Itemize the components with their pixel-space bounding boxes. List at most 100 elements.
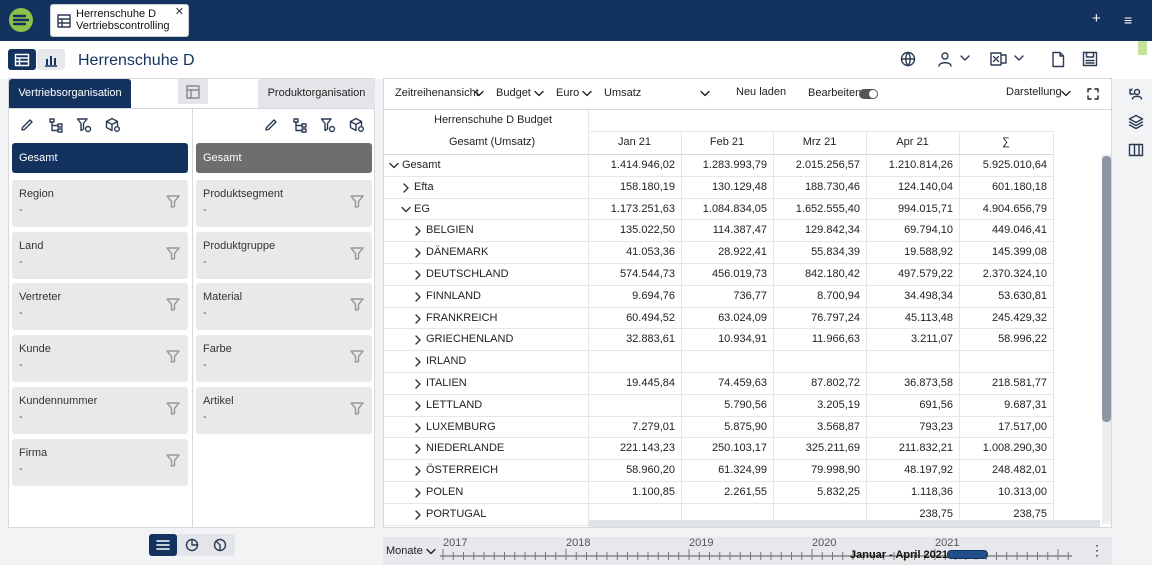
table-row[interactable]: IRLAND — [384, 351, 1053, 373]
cell-value[interactable]: 325.211,69 — [770, 442, 860, 454]
cell-value[interactable]: 3.211,07 — [863, 333, 953, 345]
cell-value[interactable]: 5.790,56 — [677, 399, 767, 411]
cell-value[interactable]: 250.103,17 — [677, 442, 767, 454]
expand-chevron-icon[interactable] — [413, 313, 423, 324]
cell-value[interactable]: 211.832,21 — [863, 442, 953, 454]
filter-funnel-icon[interactable] — [350, 350, 364, 363]
expand-chevron-icon[interactable] — [413, 510, 423, 520]
filter-settings-icon[interactable] — [76, 117, 92, 133]
cell-value[interactable]: 238,75 — [863, 508, 953, 520]
edit-icon[interactable] — [263, 117, 279, 133]
expand-chevron-icon[interactable] — [413, 270, 423, 280]
table-row[interactable]: DEUTSCHLAND 574.544,73 456.019,73 842.180,4… — [384, 264, 1053, 286]
filter-funnel-icon[interactable] — [166, 453, 180, 467]
cell-value[interactable]: 574.544,73 — [585, 268, 675, 280]
expand-chevron-icon[interactable] — [413, 379, 423, 389]
cell-value[interactable]: 69.794,10 — [863, 224, 953, 236]
version-dropdown[interactable]: Budget — [496, 87, 531, 99]
filter-funnel-icon[interactable] — [350, 246, 364, 260]
table-row[interactable]: DÄNEMARK 41.053,36 28.922,41 55.834,39 19.58… — [384, 242, 1053, 264]
cell-value[interactable]: 1.283.993,79 — [677, 159, 767, 171]
filter-card[interactable]: Material - — [196, 283, 372, 331]
cell-value[interactable]: 218.581,77 — [957, 377, 1047, 389]
layout-toggle-icon[interactable] — [178, 79, 208, 104]
document-icon[interactable] — [1051, 51, 1065, 68]
cell-value[interactable]: 245.429,32 — [957, 312, 1047, 324]
chevron-down-icon[interactable] — [582, 90, 592, 97]
filter-settings-icon[interactable] — [320, 117, 336, 133]
expand-chevron-icon[interactable] — [413, 248, 423, 258]
cell-value[interactable]: 74.459,63 — [677, 377, 767, 389]
cell-value[interactable]: 1.210.814,26 — [863, 159, 953, 171]
filter-card[interactable]: Land - — [12, 231, 188, 279]
edit-toggle[interactable] — [859, 89, 878, 99]
expand-chevron-icon[interactable] — [413, 226, 423, 237]
cell-value[interactable]: 76.797,24 — [770, 312, 860, 324]
layers-icon[interactable] — [1128, 114, 1144, 130]
filter-card[interactable]: Produktsegment - — [196, 180, 372, 227]
table-row[interactable]: ÖSTERREICH 58.960,20 61.324,99 79.998,90 48.… — [384, 460, 1053, 482]
cell-value[interactable]: 11.966,63 — [770, 333, 860, 345]
table-row[interactable]: BELGIEN 135.022,50 114.387,47 129.842,34 69.… — [384, 220, 1053, 243]
filter-funnel-icon[interactable] — [166, 246, 180, 260]
expand-chevron-icon[interactable] — [413, 488, 423, 498]
cell-value[interactable]: 736,77 — [677, 290, 767, 302]
cell-value[interactable]: 793,23 — [863, 421, 953, 433]
table-row[interactable]: Gesamt 1.414.946,02 1.283.993,79 2.015.256,… — [384, 155, 1053, 177]
table-row[interactable]: EG 1.173.251,63 1.084.834,05 1.652.555,40 99… — [384, 199, 1053, 221]
reload-button[interactable]: Neu laden — [736, 86, 786, 98]
pie-mode-button[interactable] — [206, 534, 234, 556]
collapse-chevron-icon[interactable] — [389, 161, 399, 171]
tab-vertriebsorganisation[interactable]: Vertriebsorganisation — [9, 79, 131, 108]
cell-value[interactable]: 28.922,41 — [677, 246, 767, 258]
cell-value[interactable]: 17.517,00 — [957, 421, 1047, 433]
export-menu-chevron-icon[interactable] — [1014, 54, 1024, 62]
hierarchy-icon[interactable] — [48, 117, 64, 133]
save-icon[interactable] — [1082, 51, 1098, 67]
close-tab-icon[interactable]: ✕ — [175, 6, 184, 18]
cell-value[interactable]: 3.205,19 — [770, 399, 860, 411]
expand-chevron-icon[interactable] — [413, 422, 423, 433]
table-row[interactable]: GRIECHENLAND 32.883,61 10.934,91 11.966,63 3… — [384, 329, 1053, 352]
filter-card[interactable]: Region - — [12, 180, 188, 227]
filter-funnel-icon[interactable] — [166, 195, 180, 208]
view-mode-dropdown[interactable]: Zeitreihenansicht — [395, 87, 479, 99]
cell-value[interactable]: 130.129,48 — [677, 181, 767, 193]
vertrieb-root-node[interactable]: Gesamt — [12, 143, 188, 173]
cell-value[interactable]: 1.008.290,30 — [957, 442, 1047, 454]
cell-value[interactable]: 8.700,94 — [770, 290, 860, 302]
cell-value[interactable]: 48.197,92 — [863, 464, 953, 476]
table-row[interactable]: LETTLAND 5.790,56 3.205,19 691,56 9.687,31 — [384, 395, 1053, 417]
hierarchy-icon[interactable] — [292, 117, 308, 133]
cell-value[interactable]: 10.934,91 — [677, 333, 767, 345]
produkt-root-node[interactable]: Gesamt — [196, 143, 372, 173]
cell-value[interactable]: 60.494,52 — [585, 312, 675, 324]
cell-value[interactable]: 5.832,25 — [770, 486, 860, 498]
cell-value[interactable]: 3.568,87 — [770, 421, 860, 433]
cell-value[interactable]: 5.925.010,64 — [957, 159, 1047, 171]
vertical-scrollbar-thumb[interactable] — [1102, 156, 1111, 422]
currency-dropdown[interactable]: Euro — [556, 87, 579, 99]
filter-funnel-icon[interactable] — [350, 402, 364, 415]
cube-settings-icon[interactable] — [349, 117, 365, 133]
cell-value[interactable]: 1.084.834,05 — [677, 203, 767, 215]
fullscreen-icon[interactable] — [1087, 88, 1099, 100]
cell-value[interactable]: 145.399,08 — [957, 246, 1047, 258]
table-view-button[interactable] — [8, 49, 36, 70]
column-header[interactable]: Apr 21 — [866, 136, 959, 148]
cell-value[interactable]: 58.960,20 — [585, 464, 675, 476]
cell-value[interactable]: 449.046,41 — [957, 224, 1047, 236]
column-header[interactable]: Feb 21 — [681, 136, 773, 148]
cell-value[interactable]: 53.630,81 — [957, 290, 1047, 302]
cell-value[interactable]: 7.279,01 — [585, 421, 675, 433]
filter-card[interactable]: Kunde - — [12, 335, 188, 383]
filter-funnel-icon[interactable] — [350, 298, 364, 312]
table-row[interactable]: FRANKREICH 60.494,52 63.024,09 76.797,24 45.… — [384, 308, 1053, 330]
cell-value[interactable]: 124.140,04 — [863, 181, 953, 193]
app-logo-icon[interactable] — [8, 7, 34, 33]
filter-funnel-icon[interactable] — [166, 402, 180, 415]
chevron-down-icon[interactable] — [700, 90, 710, 97]
cell-value[interactable]: 497.579,22 — [863, 268, 953, 280]
filter-card[interactable]: Produktgruppe - — [196, 231, 372, 279]
add-tab-icon[interactable]: + — [1092, 10, 1101, 28]
